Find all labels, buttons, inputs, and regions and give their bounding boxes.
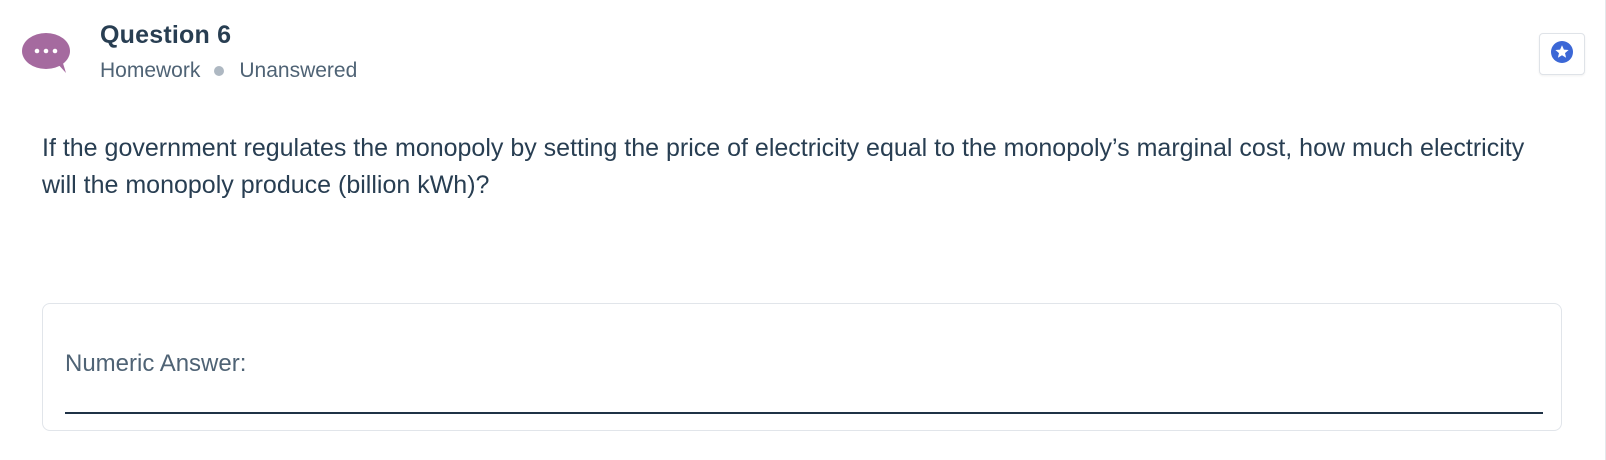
question-header: Question 6 Homework Unanswered — [0, 0, 1606, 100]
question-category: Homework — [100, 59, 201, 82]
answer-box: Numeric Answer: — [42, 303, 1562, 431]
question-title: Question 6 — [100, 21, 232, 49]
question-card: Question 6 Homework Unanswered If the go… — [0, 0, 1606, 460]
question-title-block: Question 6 Homework Unanswered — [100, 18, 357, 86]
separator-dot-icon — [214, 66, 225, 76]
bookmark-button[interactable] — [1539, 33, 1585, 75]
question-meta: Homework Unanswered — [100, 56, 357, 86]
question-status: Unanswered — [239, 59, 358, 82]
question-prompt: If the government regulates the monopoly… — [42, 134, 1525, 199]
chat-bubble-icon — [22, 32, 70, 74]
star-badge-icon — [1551, 40, 1573, 68]
numeric-answer-input[interactable] — [65, 344, 1543, 414]
